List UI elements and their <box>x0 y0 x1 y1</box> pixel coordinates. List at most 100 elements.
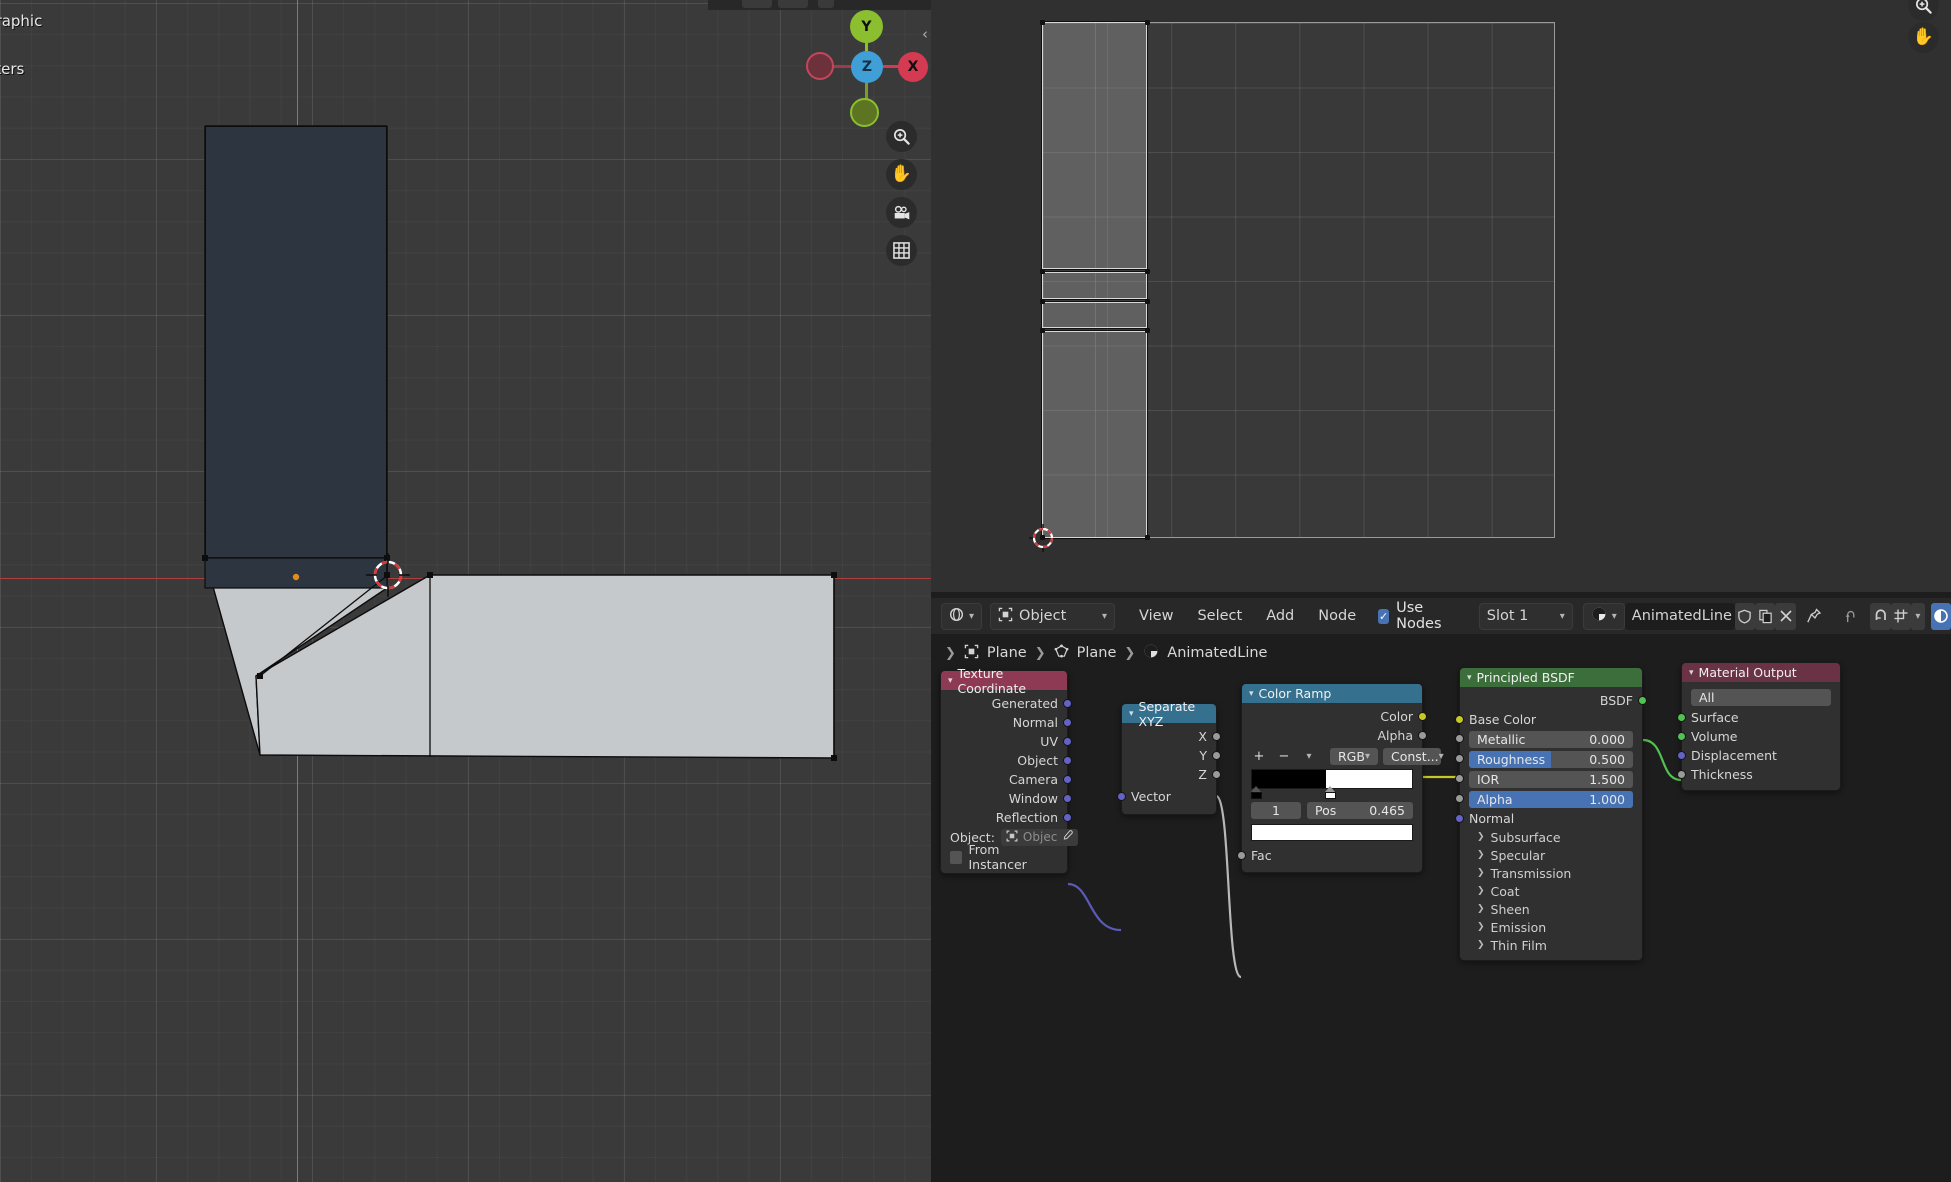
panel-transmission[interactable]: ❯ Transmission <box>1460 864 1642 882</box>
zoom-icon[interactable] <box>886 121 917 152</box>
node-principled-bsdf[interactable]: ▾ Principled BSDF BSDF Base Color Metall… <box>1455 667 1647 961</box>
viewport-top-strip-button[interactable] <box>742 0 772 8</box>
uv-vertex[interactable] <box>1040 269 1045 274</box>
node-header-color-ramp[interactable]: ▾ Color Ramp <box>1242 684 1422 703</box>
ramp-menu-button[interactable]: ▾ <box>1299 748 1319 765</box>
socket-out-alpha[interactable] <box>1418 731 1427 740</box>
socket-out-normal[interactable] <box>1063 718 1072 727</box>
hand-pan-icon[interactable]: ✋ <box>886 159 917 190</box>
uv-vertex[interactable] <box>1145 269 1150 274</box>
uv-island-strip-1[interactable] <box>1042 272 1147 299</box>
gizmo-ball-neg-x[interactable] <box>806 52 834 80</box>
uv-vertex[interactable] <box>1145 535 1150 540</box>
material-name-field[interactable]: AnimatedLine <box>1624 602 1735 630</box>
node-material-output[interactable]: ▾ Material Output All Surface Volume Dis… <box>1677 662 1841 791</box>
zoom-icon[interactable] <box>1908 0 1939 21</box>
socket-in-thickness[interactable] <box>1677 770 1686 779</box>
material-browse-dropdown[interactable]: ▾ <box>1582 602 1625 630</box>
pin-icon[interactable] <box>1804 603 1824 630</box>
node-header-principled-bsdf[interactable]: ▾ Principled BSDF <box>1460 668 1642 687</box>
remove-stop-button[interactable]: − <box>1274 748 1294 765</box>
editor-type-selector[interactable]: ▾ <box>941 602 983 630</box>
hand-pan-icon[interactable]: ✋ <box>1908 22 1939 53</box>
socket-out-window[interactable] <box>1063 794 1072 803</box>
panel-subsurface[interactable]: ❯ Subsurface <box>1460 828 1642 846</box>
gizmo-ball-y[interactable]: Y <box>850 10 883 43</box>
uv-vertex[interactable] <box>1145 299 1150 304</box>
socket-out-reflection[interactable] <box>1063 813 1072 822</box>
breadcrumb-mesh-label[interactable]: Plane <box>1077 645 1117 661</box>
uv-island-top[interactable] <box>1042 22 1147 269</box>
panel-coat[interactable]: ❯ Coat <box>1460 882 1642 900</box>
snap-target-icon[interactable] <box>1890 602 1912 630</box>
grid-toggle-icon[interactable] <box>886 235 917 266</box>
new-material-icon[interactable] <box>1755 602 1776 630</box>
ramp-active-index-field[interactable]: 1 <box>1251 801 1301 819</box>
socket-out-object[interactable] <box>1063 756 1072 765</box>
chevron-down-icon[interactable]: ▾ <box>1689 668 1694 678</box>
chevron-down-icon[interactable]: ▾ <box>1467 673 1472 683</box>
metallic-slider[interactable]: Metallic 0.000 <box>1469 730 1633 748</box>
uv-image-editor[interactable]: ✋ <box>931 0 1951 592</box>
socket-in-volume[interactable] <box>1677 732 1686 741</box>
target-dropdown[interactable]: All <box>1691 688 1831 706</box>
gizmo-ball-neg-y[interactable] <box>850 98 879 127</box>
unlink-icon[interactable] <box>1775 602 1796 630</box>
socket-in-normal[interactable] <box>1455 814 1464 823</box>
snap-magnet-icon[interactable] <box>1870 602 1891 630</box>
socket-in-vector[interactable] <box>1117 792 1126 801</box>
socket-out-bsdf[interactable] <box>1638 696 1647 705</box>
socket-out-x[interactable] <box>1212 732 1221 741</box>
ramp-stop-0[interactable] <box>1251 786 1262 799</box>
socket-out-color[interactable] <box>1418 712 1427 721</box>
node-header-separate-xyz[interactable]: ▾ Separate XYZ <box>1122 699 1216 729</box>
socket-out-camera[interactable] <box>1063 775 1072 784</box>
node-canvas[interactable]: ▾ Texture Coordinate Generated Normal UV <box>931 662 1951 1182</box>
socket-in-base-color[interactable] <box>1455 715 1464 724</box>
ramp-pos-field[interactable]: Pos 0.465 <box>1307 801 1413 819</box>
viewport-sidebar-toggle-icon[interactable]: ‹ <box>920 23 930 45</box>
interpolation-dropdown[interactable]: Const... ▾ <box>1382 747 1444 765</box>
uv-island-bottom[interactable] <box>1042 331 1147 538</box>
panel-thin-film[interactable]: ❯ Thin Film <box>1460 936 1642 954</box>
socket-in-surface[interactable] <box>1677 713 1686 722</box>
ramp-selected-color-swatch[interactable] <box>1251 824 1413 841</box>
node-separate-xyz[interactable]: ▾ Separate XYZ X Y Z Vector <box>1117 699 1221 815</box>
uv-vertex[interactable] <box>1040 20 1045 25</box>
panel-specular[interactable]: ❯ Specular <box>1460 846 1642 864</box>
node-texture-coordinate[interactable]: ▾ Texture Coordinate Generated Normal UV <box>940 666 1079 874</box>
add-stop-button[interactable]: + <box>1249 748 1269 765</box>
chevron-down-icon[interactable]: ▾ <box>1249 689 1254 699</box>
use-nodes-toggle[interactable]: ✓ Use Nodes <box>1378 600 1453 632</box>
uv-vertex[interactable] <box>1040 328 1045 333</box>
socket-in-roughness[interactable] <box>1455 754 1464 763</box>
node-header-material-output[interactable]: ▾ Material Output <box>1682 663 1840 682</box>
socket-in-alpha[interactable] <box>1455 794 1464 803</box>
alpha-slider[interactable]: Alpha 1.000 <box>1469 790 1633 808</box>
camera-view-icon[interactable] <box>886 197 917 228</box>
color-mode-dropdown[interactable]: RGB ▾ <box>1330 747 1378 765</box>
chevron-down-icon[interactable]: ▾ <box>1911 602 1925 630</box>
viewport-top-strip-button-3[interactable] <box>818 0 834 8</box>
socket-out-generated[interactable] <box>1063 699 1072 708</box>
socket-out-z[interactable] <box>1212 770 1221 779</box>
uv-island-strip-2[interactable] <box>1042 302 1147 328</box>
shader-editor[interactable]: ▾ Object ▾ View Select Add Node ✓ Use No… <box>931 592 1951 1182</box>
gizmo-ball-z[interactable]: Z <box>851 51 883 83</box>
panel-emission[interactable]: ❯ Emission <box>1460 918 1642 936</box>
socket-out-y[interactable] <box>1212 751 1221 760</box>
from-instancer-row[interactable]: From Instancer <box>941 842 1067 872</box>
eyedropper-icon[interactable] <box>1062 830 1074 844</box>
checkbox-unchecked-icon[interactable] <box>950 850 963 864</box>
chevron-down-icon[interactable]: ▾ <box>1129 709 1134 719</box>
material-slot-dropdown[interactable]: Slot 1 ▾ <box>1478 602 1573 630</box>
socket-in-ior[interactable] <box>1455 774 1464 783</box>
socket-in-metallic[interactable] <box>1455 734 1464 743</box>
shader-type-dropdown[interactable]: Object ▾ <box>990 602 1116 630</box>
breadcrumb-material-label[interactable]: AnimatedLine <box>1167 645 1267 661</box>
node-color-ramp[interactable]: ▾ Color Ramp Color Alpha + − ▾ RGB ▾ Con… <box>1237 683 1444 873</box>
ramp-stop-1[interactable] <box>1324 786 1336 799</box>
socket-in-displacement[interactable] <box>1677 751 1686 760</box>
menu-node[interactable]: Node <box>1306 603 1368 630</box>
menu-select[interactable]: Select <box>1185 603 1254 630</box>
